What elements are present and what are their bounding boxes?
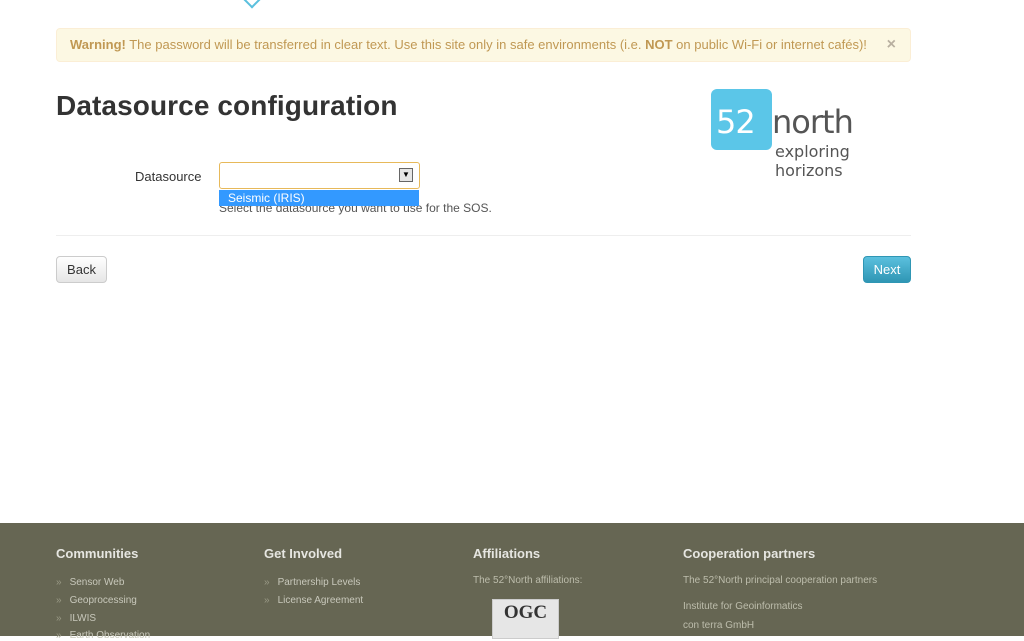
warning-emphasis: NOT bbox=[645, 37, 673, 52]
close-icon[interactable]: × bbox=[887, 29, 896, 61]
footer-partner-link[interactable]: Institute for Geoinformatics bbox=[683, 601, 803, 612]
logo-tagline: exploring horizons bbox=[775, 142, 850, 180]
warning-label: Warning! bbox=[70, 37, 126, 52]
footer-communities-title: Communities bbox=[56, 546, 139, 561]
logo-number: 52 bbox=[716, 103, 756, 141]
chevron-right-icon: » bbox=[56, 613, 62, 624]
logo-word: north bbox=[772, 103, 854, 141]
footer-link[interactable]: » Geoprocessing bbox=[56, 595, 137, 606]
datasource-select[interactable]: ▼ bbox=[219, 162, 420, 189]
page-title: Datasource configuration bbox=[56, 90, 398, 121]
dropdown-option-seismic[interactable]: Seismic (IRIS) bbox=[219, 190, 419, 206]
footer-partners-text: The 52°North principal cooperation partn… bbox=[683, 575, 878, 586]
chevron-right-icon: » bbox=[56, 577, 62, 588]
chevron-right-icon: » bbox=[56, 595, 62, 606]
footer-link[interactable]: » Sensor Web bbox=[56, 577, 124, 588]
chevron-right-icon: » bbox=[264, 577, 270, 588]
top-arrow-icon bbox=[243, 0, 261, 9]
datasource-label: Datasource bbox=[135, 169, 202, 184]
next-button[interactable]: Next bbox=[863, 256, 911, 283]
footer-partner-link[interactable]: con terra GmbH bbox=[683, 620, 754, 631]
warning-text-2: on public Wi-Fi or internet cafés)! bbox=[672, 37, 867, 52]
footer-affiliations-title: Affiliations bbox=[473, 546, 541, 561]
warning-text-1: The password will be transferred in clea… bbox=[125, 37, 646, 52]
footer-link[interactable]: » Partnership Levels bbox=[264, 577, 360, 588]
footer-link[interactable]: » License Agreement bbox=[264, 595, 363, 606]
52north-logo[interactable]: 52 north exploring horizons bbox=[711, 89, 911, 180]
chevron-right-icon: » bbox=[264, 595, 270, 606]
back-button[interactable]: Back bbox=[56, 256, 107, 283]
dropdown-arrow-icon[interactable]: ▼ bbox=[399, 168, 413, 182]
divider bbox=[56, 235, 911, 236]
footer-partners-title: Cooperation partners bbox=[683, 546, 816, 561]
warning-alert: Warning! The password will be transferre… bbox=[56, 28, 911, 62]
footer-affiliations-text: The 52°North affiliations: bbox=[473, 575, 583, 586]
footer: Communities » Sensor Web » Geoprocessing »… bbox=[0, 523, 1024, 641]
footer-link[interactable]: » ILWIS bbox=[56, 613, 96, 624]
ogc-logo[interactable]: OGC bbox=[492, 599, 559, 639]
footer-involved-title: Get Involved bbox=[264, 546, 343, 561]
